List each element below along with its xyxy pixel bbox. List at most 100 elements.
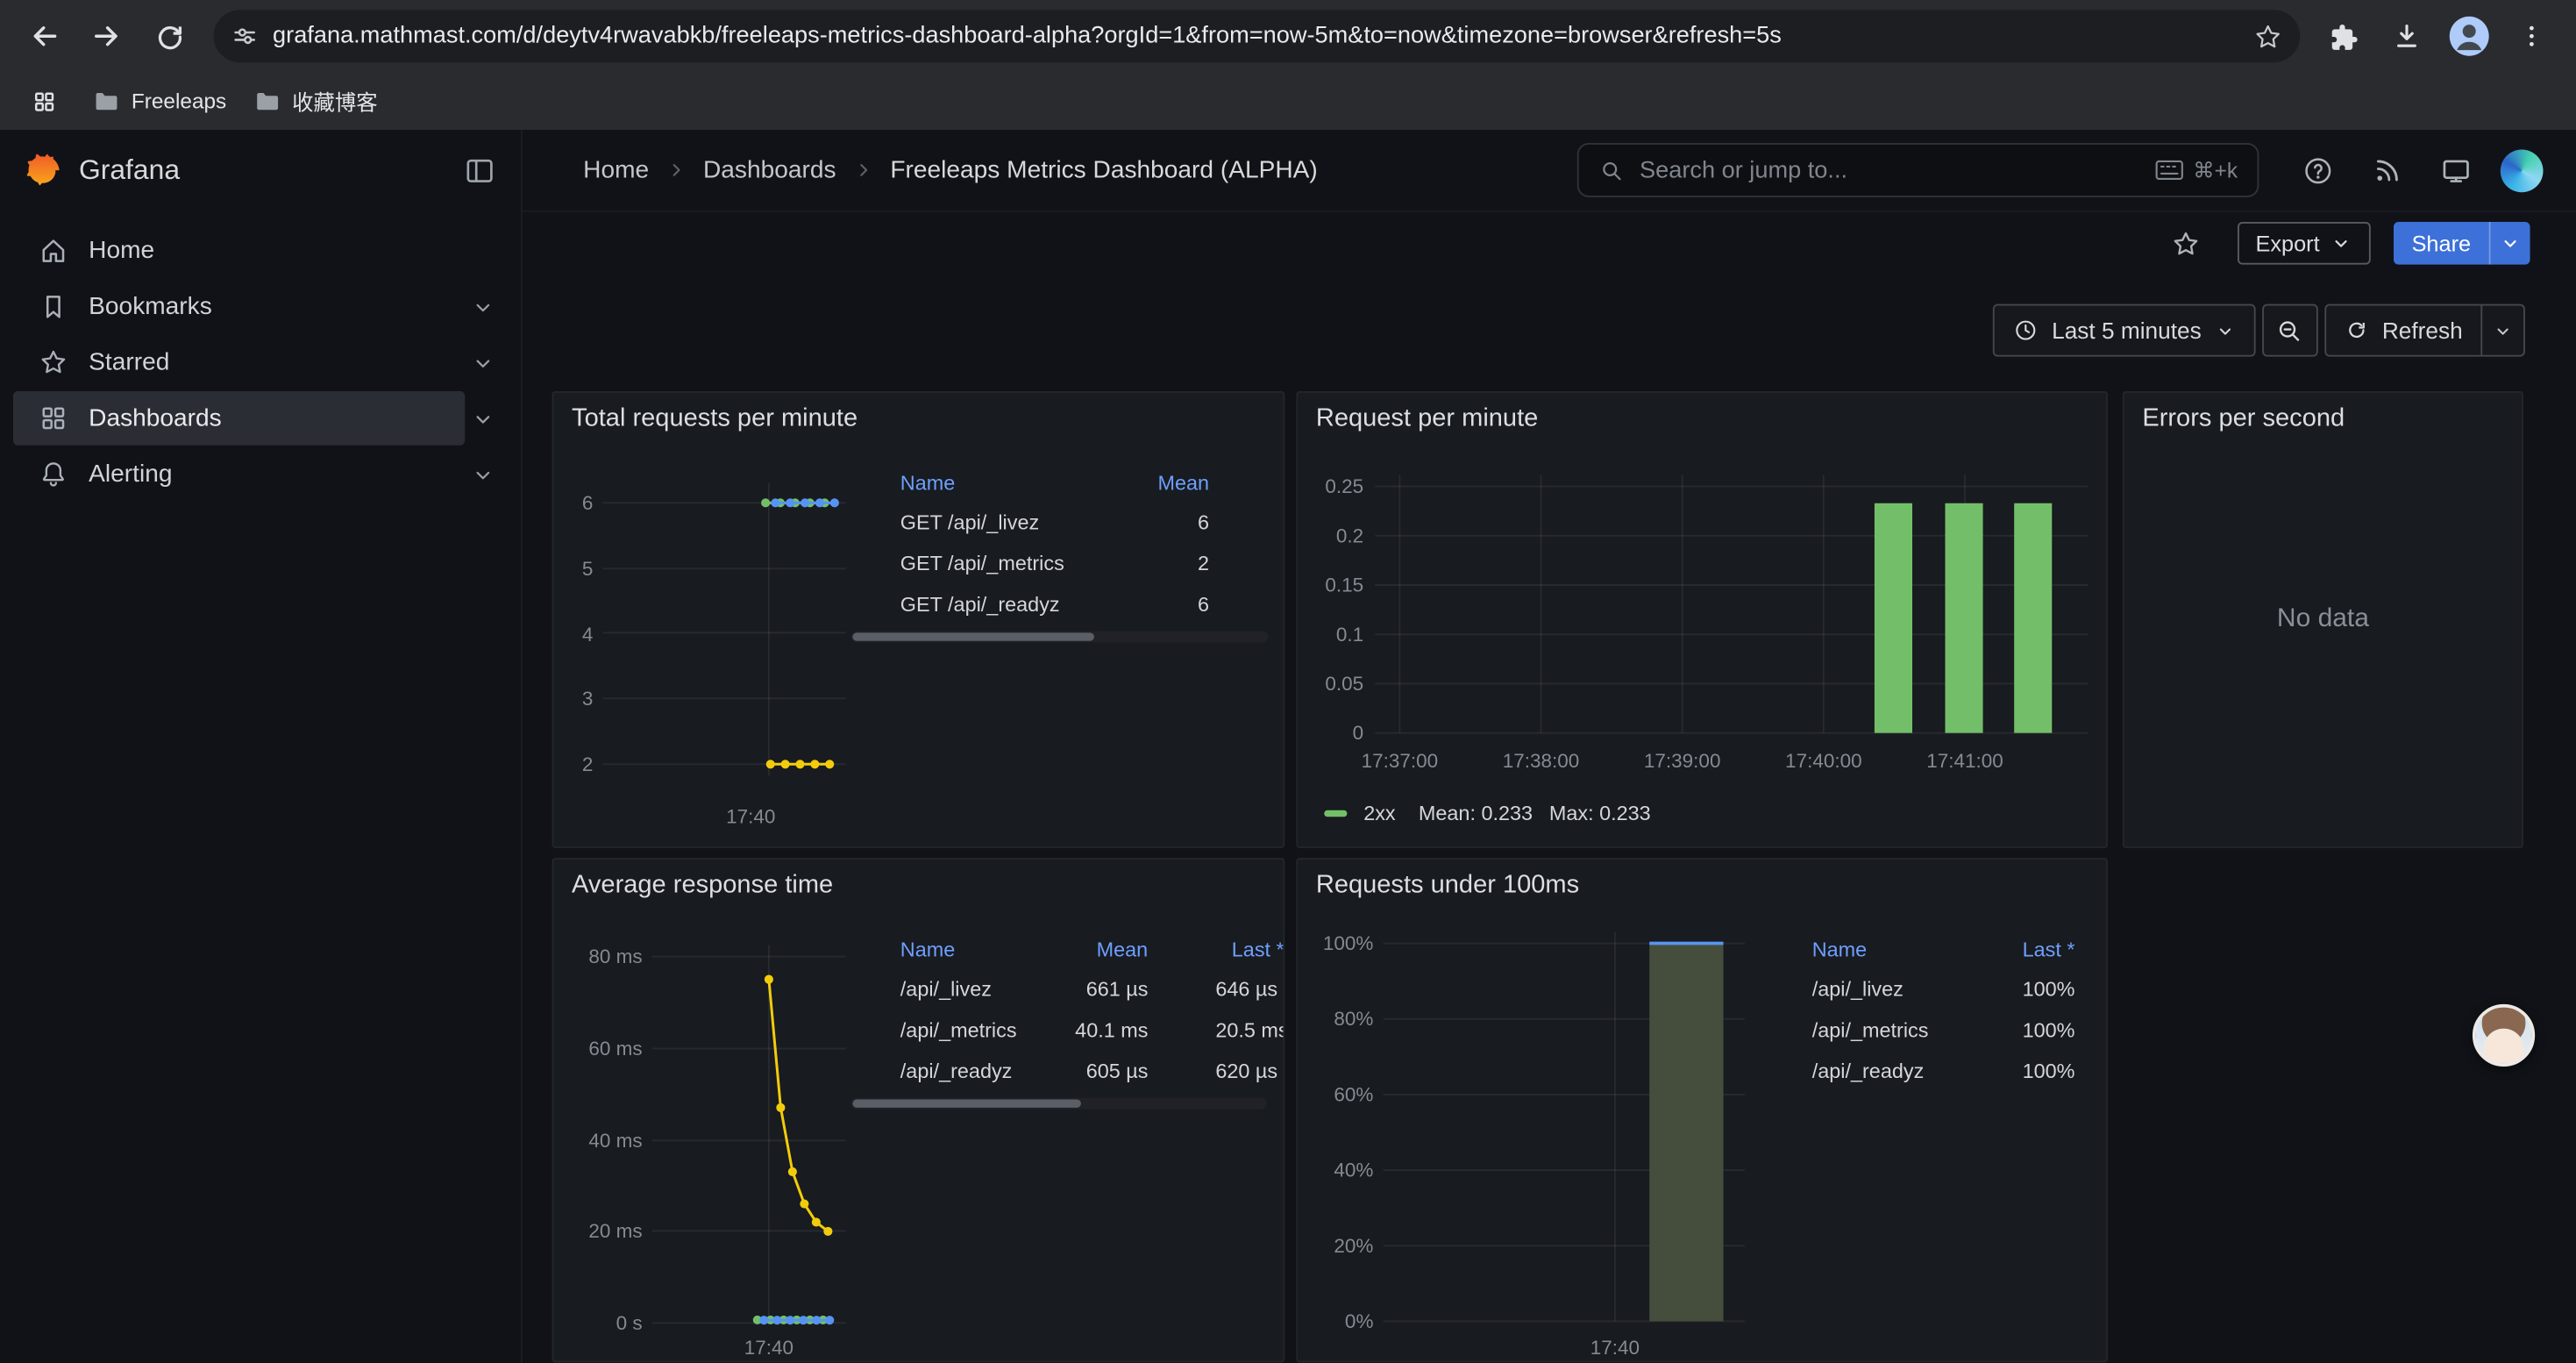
- sidebar-item-bookmarks[interactable]: Bookmarks: [13, 280, 465, 334]
- chart-legend[interactable]: 2xx Mean: 0.233 Max: 0.233: [1324, 802, 1650, 824]
- series-last: 100%: [1976, 1060, 2074, 1082]
- breadcrumb-separator-icon: [850, 158, 875, 182]
- x-axis-label: 17:40: [1566, 1336, 1664, 1359]
- bookmarks-bar: Freeleaps 收藏博客: [0, 72, 2576, 130]
- kebab-menu-icon: [2517, 21, 2547, 51]
- omnibox[interactable]: [214, 10, 2301, 62]
- legend-row[interactable]: /api/_readyz 605 µs 620 µs: [851, 1050, 1285, 1091]
- chevron-down-icon[interactable]: [459, 391, 508, 446]
- panel-requests-under-100ms: Requests under 100ms 100%80%60%40%20%0% …: [1296, 858, 2108, 1362]
- legend-row[interactable]: GET /api/_livez 6: [851, 501, 1269, 542]
- chevron-down-icon[interactable]: [459, 280, 508, 334]
- legend-row[interactable]: /api/_readyz 100%: [1763, 1050, 2075, 1091]
- legend-row[interactable]: /api/_metrics 100%: [1763, 1009, 2075, 1050]
- series-mean: 6: [1104, 592, 1209, 615]
- sidebar-item-dashboards[interactable]: Dashboards: [13, 391, 465, 446]
- forward-button[interactable]: [79, 8, 135, 64]
- sidebar-row-home: Home: [13, 224, 508, 278]
- request-per-minute-chart[interactable]: [1298, 393, 2108, 848]
- dashboards-icon: [38, 403, 69, 434]
- legend-row[interactable]: GET /api/_readyz 6: [851, 583, 1269, 624]
- floating-assistant-avatar[interactable]: [2473, 1004, 2535, 1067]
- url-input[interactable]: [273, 23, 2239, 49]
- apps-grid-button[interactable]: [23, 80, 66, 123]
- favorite-star-button[interactable]: [2170, 228, 2202, 260]
- bookmark-star-icon[interactable]: [2252, 20, 2284, 52]
- folder-icon: [92, 87, 120, 115]
- legend-row[interactable]: /api/_livez 661 µs 646 µs: [851, 968, 1285, 1010]
- column-header-name[interactable]: Name: [1812, 938, 1976, 961]
- share-button[interactable]: Share: [2394, 222, 2530, 265]
- series-last: 100%: [1976, 977, 2074, 1000]
- menu-button[interactable]: [2504, 8, 2560, 64]
- series-name: 2xx: [1363, 802, 1395, 824]
- series-name: /api/_livez: [1812, 977, 1976, 1000]
- legend-row[interactable]: /api/_metrics 40.1 ms 20.5 ms: [851, 1009, 1285, 1050]
- chevron-down-icon[interactable]: [459, 447, 508, 502]
- export-button[interactable]: Export: [2238, 222, 2371, 265]
- bookmark-folder-freeleaps[interactable]: Freeleaps: [92, 87, 226, 115]
- display-button[interactable]: [2431, 146, 2480, 196]
- series-mean: 2: [1104, 552, 1209, 574]
- extensions-button[interactable]: [2316, 8, 2373, 64]
- refresh-interval-button[interactable]: [2482, 319, 2523, 340]
- sidebar-item-home[interactable]: Home: [13, 224, 465, 278]
- breadcrumb-home[interactable]: Home: [583, 156, 649, 184]
- legend-scrollbar[interactable]: [851, 632, 1269, 643]
- sidebar-item-label: Bookmarks: [89, 293, 212, 321]
- sidebar-item-starred[interactable]: Starred: [13, 335, 465, 389]
- downloads-button[interactable]: [2379, 8, 2435, 64]
- series-mean: 661 µs: [1051, 977, 1148, 1000]
- share-menu-button[interactable]: [2491, 222, 2530, 265]
- bookmark-folder-blogs[interactable]: 收藏博客: [253, 85, 377, 117]
- profile-avatar-icon: [2448, 15, 2491, 58]
- legend-row[interactable]: /api/_livez 100%: [1763, 968, 2075, 1010]
- refresh-button[interactable]: Refresh: [2324, 304, 2525, 357]
- bell-icon: [38, 459, 69, 490]
- legend-table: Name Mean Last * /api/_livez 661 µs 646 …: [851, 931, 1285, 1109]
- panel-avg-response-time: Average response time 80 ms60 ms40 ms20 …: [552, 858, 1285, 1362]
- sidebar-item-alerting[interactable]: Alerting: [13, 447, 465, 502]
- column-header-last[interactable]: Last *: [1976, 938, 2074, 961]
- user-avatar[interactable]: [2501, 150, 2544, 193]
- search-box[interactable]: ⌘+k: [1577, 143, 2259, 197]
- search-input[interactable]: [1640, 157, 2140, 183]
- news-button[interactable]: [2362, 146, 2411, 196]
- clock-icon: [2012, 318, 2039, 344]
- grafana-logo[interactable]: [25, 151, 60, 190]
- reload-button[interactable]: [141, 8, 197, 64]
- scrollbar-thumb[interactable]: [852, 632, 1094, 640]
- series-mean: 605 µs: [1051, 1060, 1148, 1082]
- legend-row[interactable]: GET /api/_metrics 2: [851, 542, 1269, 583]
- brand-name: Grafana: [79, 154, 180, 187]
- rss-icon: [2371, 154, 2403, 187]
- breadcrumb-separator-icon: [664, 158, 688, 182]
- legend-table: Name Mean GET /api/_livez 6: [851, 465, 1269, 642]
- time-range-picker[interactable]: Last 5 minutes: [1993, 304, 2256, 357]
- chevron-down-icon[interactable]: [459, 335, 508, 389]
- series-swatch: [1324, 810, 1347, 817]
- dock-sidebar-button[interactable]: [463, 154, 495, 187]
- series-name: GET /api/_metrics: [900, 552, 1104, 574]
- profile-button[interactable]: [2441, 8, 2497, 64]
- column-header-last[interactable]: Last *: [1215, 938, 1284, 961]
- column-header-mean[interactable]: Mean: [1104, 472, 1209, 495]
- series-last: 20.5 ms: [1215, 1018, 1284, 1041]
- panel-request-per-minute: Request per minute 0.250.20.150.10.050 1…: [1296, 391, 2108, 848]
- column-header-name[interactable]: Name: [900, 472, 1104, 495]
- column-header-mean[interactable]: Mean: [1051, 938, 1148, 961]
- legend-scrollbar[interactable]: [851, 1098, 1267, 1110]
- series-last: 100%: [1976, 1018, 2074, 1041]
- site-controls-icon[interactable]: [230, 21, 260, 51]
- chevron-down-icon: [2330, 232, 2352, 254]
- column-header-name[interactable]: Name: [900, 938, 1051, 961]
- refresh-icon: [2345, 318, 2369, 343]
- page: Freeleaps 收藏博客 Grafana: [0, 0, 2576, 1362]
- back-button[interactable]: [17, 8, 73, 64]
- x-axis: 17:37:0017:38:0017:39:0017:40:0017:41:00: [1357, 749, 2008, 772]
- zoom-out-button[interactable]: [2262, 304, 2318, 357]
- breadcrumb: Home Dashboards Freeleaps Metrics Dashbo…: [583, 156, 1318, 184]
- breadcrumb-dashboards[interactable]: Dashboards: [703, 156, 836, 184]
- help-button[interactable]: [2294, 146, 2343, 196]
- scrollbar-thumb[interactable]: [852, 1100, 1081, 1108]
